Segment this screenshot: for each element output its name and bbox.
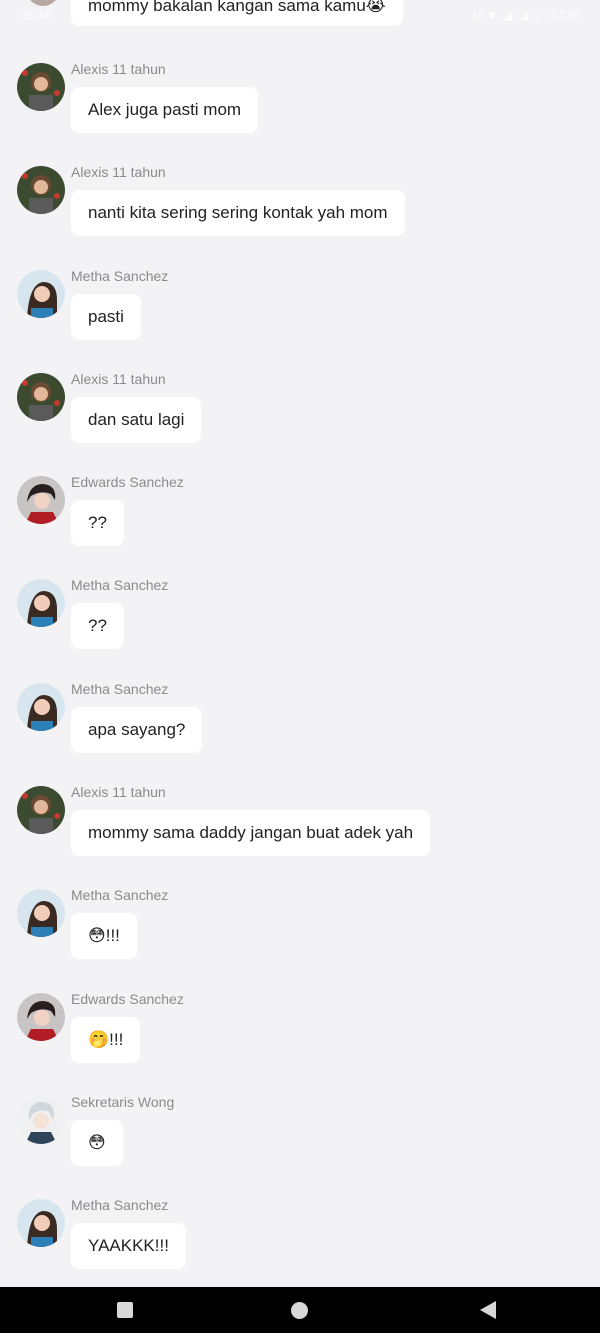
navigation-bar [0,1287,600,1333]
message-bubble: nanti kita sering sering kontak yah mom [71,190,405,236]
chat-list[interactable]: mommy bakalan kangan sama kamu😭 Alexis 1… [0,0,600,1287]
sender-name: Edwards Sanchez [71,474,184,490]
avatar-metha[interactable] [17,579,65,627]
message-bubble: 🤭!!! [71,1017,141,1063]
sender-name: Metha Sanchez [71,681,169,697]
message-bubble: ?? [71,603,124,649]
message-bubble: pasti [71,294,141,340]
sender-name: Alexis 11 tahun [71,784,166,800]
avatar-metha[interactable] [17,683,65,731]
sender-name: Alexis 11 tahun [71,164,166,180]
avatar-edwards[interactable] [17,993,65,1041]
sender-name: Metha Sanchez [71,577,169,593]
sender-name: Alexis 11 tahun [71,61,166,77]
status-bar: 10:58 N ♥ ◢ ◢ ▯ 33% [0,0,600,30]
avatar-alexis[interactable] [17,63,65,111]
sender-name: Alexis 11 tahun [71,371,166,387]
sender-name: Edwards Sanchez [71,991,184,1007]
message-bubble: Alex juga pasti mom [71,87,259,133]
avatar-edwards[interactable] [17,476,65,524]
status-icons: N ♥ ◢ ◢ ▯ 33% [472,8,580,22]
home-icon[interactable] [291,1302,308,1319]
avatar-alexis[interactable] [17,373,65,421]
message-bubble: mommy sama daddy jangan buat adek yah [71,810,431,856]
sender-name: Metha Sanchez [71,887,169,903]
avatar-alexis[interactable] [17,166,65,214]
avatar-metha[interactable] [17,1199,65,1247]
message-bubble: dan satu lagi [71,397,202,443]
avatar-wong[interactable] [17,1096,65,1144]
status-time: 10:58 [22,8,53,22]
message-bubble: ?? [71,500,124,546]
sender-name: Sekretaris Wong [71,1094,175,1110]
back-icon[interactable] [480,1301,496,1319]
message-bubble: apa sayang? [71,707,203,753]
recent-apps-icon[interactable] [117,1302,133,1318]
sender-name: Metha Sanchez [71,268,169,284]
message-bubble: 😳 [71,1120,123,1166]
message-bubble: YAAKKK!!! [71,1223,186,1269]
sender-name: Metha Sanchez [71,1197,169,1213]
avatar-metha[interactable] [17,270,65,318]
avatar-metha[interactable] [17,889,65,937]
avatar-alexis[interactable] [17,786,65,834]
message-bubble: 😳!!! [71,913,137,959]
